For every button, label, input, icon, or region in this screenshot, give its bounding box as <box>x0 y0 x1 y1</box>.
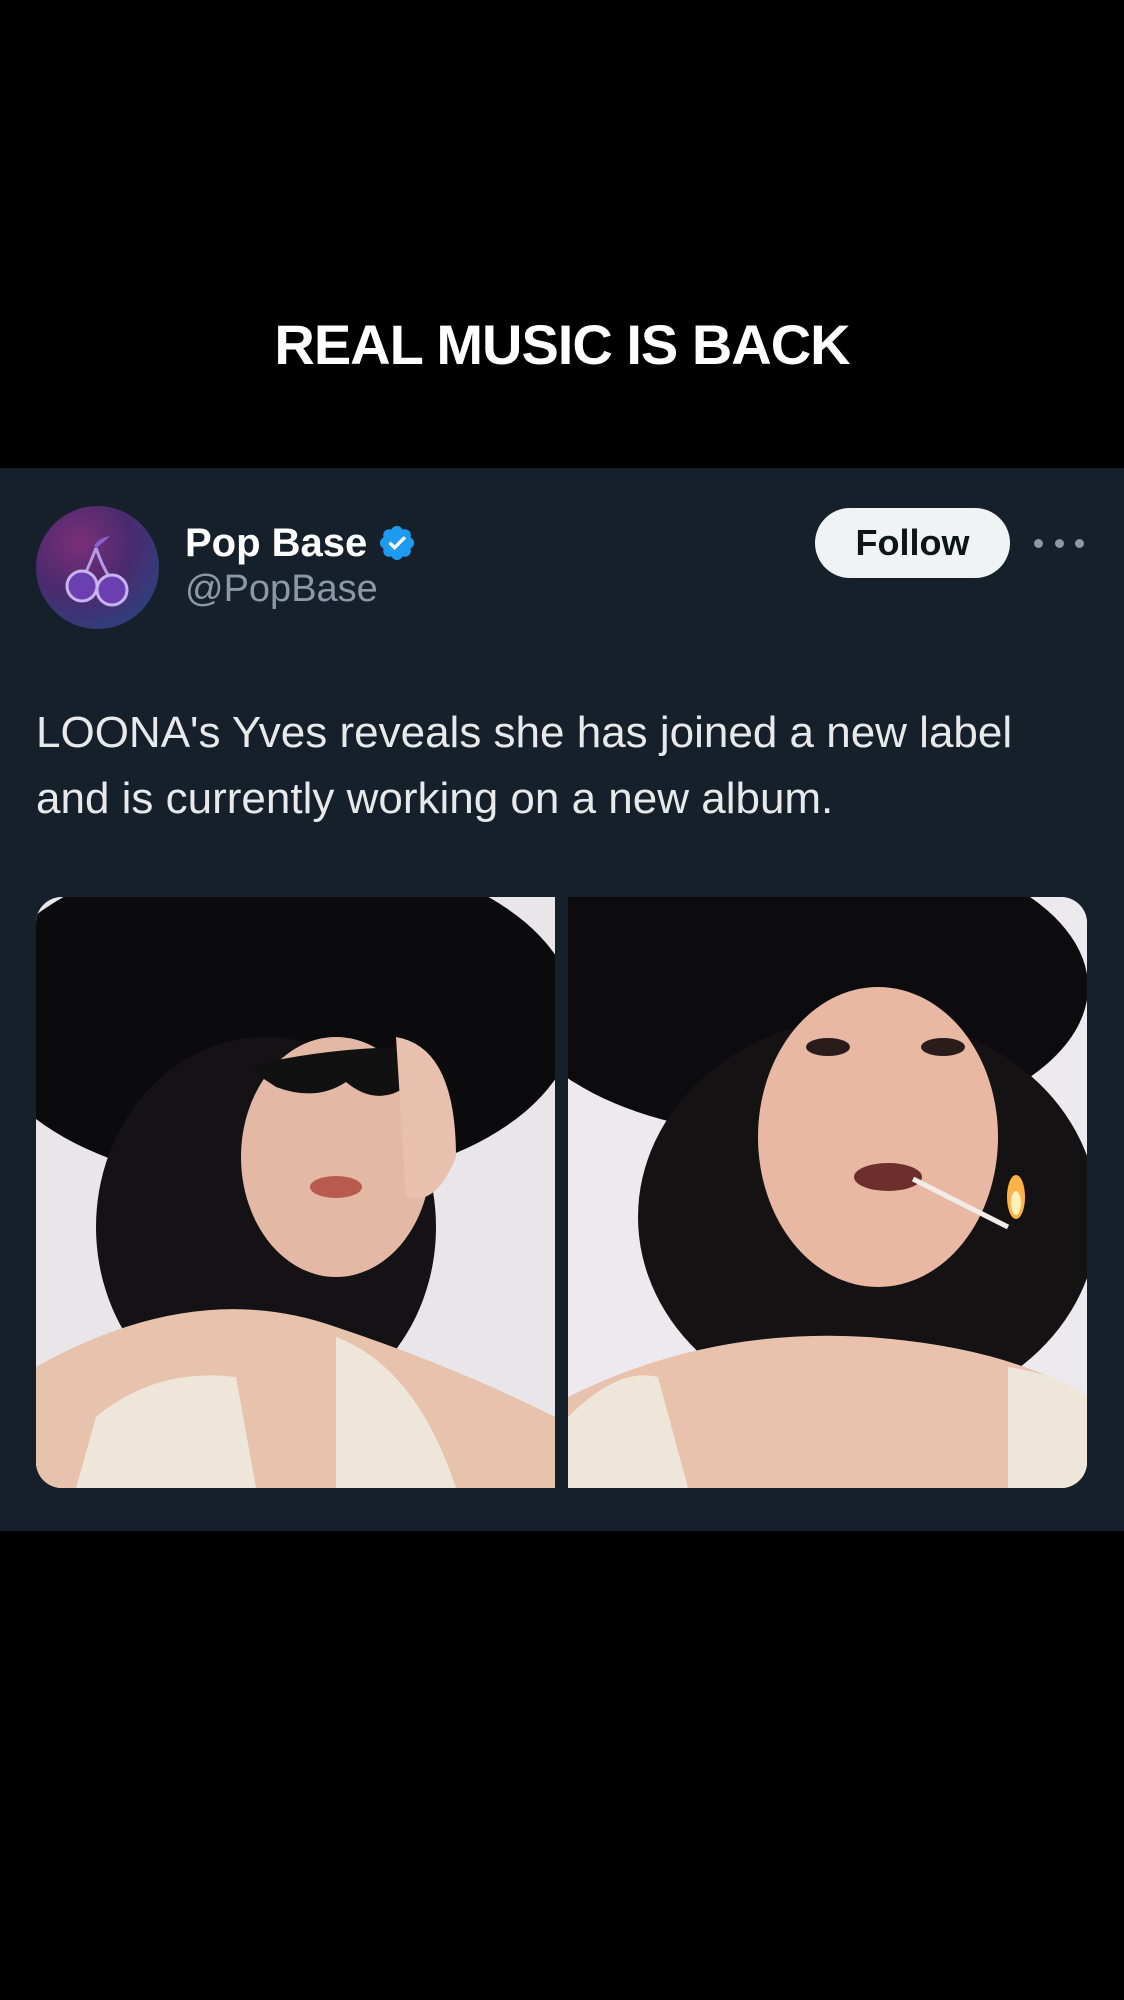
tweet-photo-2[interactable] <box>568 897 1087 1488</box>
verified-badge-icon <box>380 525 415 561</box>
follow-button[interactable]: Follow <box>815 508 1010 578</box>
more-dot <box>1075 538 1084 548</box>
author-row[interactable]: Pop Base <box>185 518 417 568</box>
tweet-text: LOONA's Yves reveals she has joined a ne… <box>36 708 1013 823</box>
avatar[interactable] <box>36 506 159 629</box>
more-dot <box>1054 538 1064 548</box>
media-grid[interactable] <box>36 897 1087 1488</box>
cherry-icon <box>65 536 129 607</box>
author-name[interactable]: Pop Base <box>185 521 367 566</box>
more-dot <box>1034 538 1043 548</box>
tweet-photo-1[interactable] <box>36 897 555 1488</box>
more-options-icon[interactable] <box>1034 525 1084 561</box>
video-caption: REAL MUSIC IS BACK <box>274 313 850 376</box>
author-handle[interactable]: @PopBase <box>185 568 378 611</box>
